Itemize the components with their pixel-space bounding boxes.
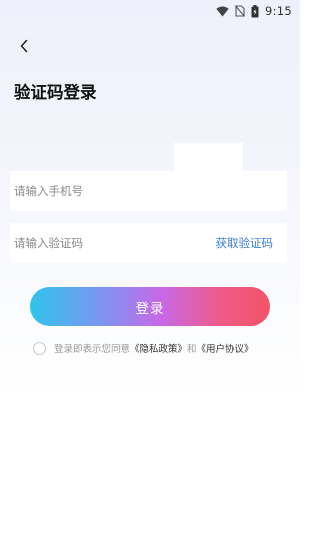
- no-sim-icon: [235, 5, 245, 17]
- get-code-button[interactable]: 获取验证码: [216, 235, 288, 251]
- status-time: 9:15: [264, 4, 292, 18]
- privacy-policy-link[interactable]: 《隐私政策》: [130, 341, 187, 355]
- back-button[interactable]: [14, 37, 34, 57]
- status-bar: 9:15: [0, 0, 300, 22]
- phone-input[interactable]: [14, 171, 287, 211]
- chevron-left-icon: [19, 38, 29, 57]
- login-button[interactable]: 登录: [30, 287, 270, 326]
- user-agreement-link[interactable]: 《用户协议》: [197, 341, 254, 355]
- agreement-row: 登录即表示您同意 《隐私政策》 和 《用户协议》: [33, 341, 254, 355]
- agreement-and: 和: [187, 344, 197, 355]
- agreement-checkbox[interactable]: [33, 341, 46, 355]
- agreement-prefix: 登录即表示您同意: [54, 344, 131, 355]
- battery-icon: [251, 4, 259, 18]
- wifi-icon: [216, 6, 229, 17]
- page-title: 验证码登录: [14, 83, 97, 102]
- phone-field-row: [10, 171, 287, 211]
- code-field-row: 获取验证码: [10, 223, 287, 263]
- login-screen: 9:15 验证码登录 获取验证码 登录 登录即表示您同意 《隐私政策》 和 《用…: [0, 0, 300, 533]
- blank-block: [174, 143, 243, 171]
- code-input[interactable]: [14, 223, 216, 263]
